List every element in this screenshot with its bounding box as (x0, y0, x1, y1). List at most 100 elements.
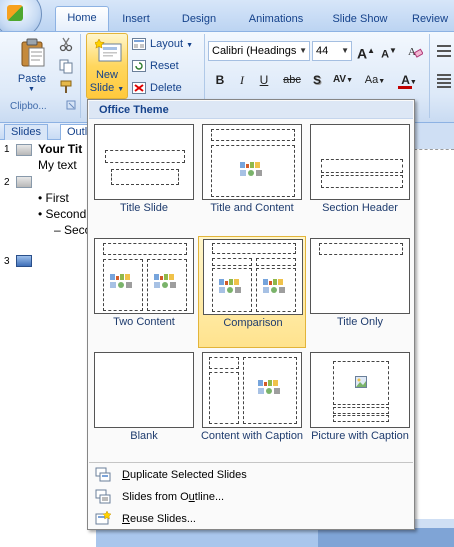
text-shadow-button[interactable]: S (308, 71, 326, 89)
subtitle-placeholder (111, 169, 179, 185)
tab-home[interactable]: Home (55, 6, 109, 32)
layout-thumbnail (202, 352, 302, 428)
layout-blank[interactable]: Blank (90, 350, 198, 462)
font-color-swatch (398, 86, 412, 89)
shrink-font-button[interactable]: A▼ (380, 42, 398, 61)
heading-placeholder (256, 258, 296, 266)
layout-label: Content with Caption (200, 430, 304, 442)
font-color-button[interactable]: A▼ (396, 71, 422, 89)
menu-item-text: tline... (194, 491, 225, 503)
reset-button[interactable]: Reset (132, 57, 179, 75)
group-separator (80, 34, 81, 118)
outline-area[interactable]: 1 Your Tit My text 2 • First • Second – … (0, 140, 96, 547)
outline-slide-title[interactable]: Your Tit (38, 142, 82, 156)
paste-button[interactable]: Paste ▼ (8, 36, 56, 96)
font-size-value: 44 (316, 45, 329, 57)
tab-review[interactable]: Review (412, 10, 454, 30)
cut-icon[interactable] (58, 36, 74, 52)
font-name-combo[interactable]: Calibri (Headings ▼ (208, 41, 310, 61)
layout-section-header[interactable]: Section Header (306, 122, 414, 234)
align-left-icon[interactable] (435, 71, 453, 89)
content-insert-icon (110, 274, 132, 288)
reuse-slides-icon (95, 511, 111, 525)
gallery-divider (89, 462, 413, 463)
text-placeholder (321, 175, 403, 188)
dialog-launcher-icon[interactable] (66, 100, 76, 110)
layout-title-only[interactable]: Title Only (306, 236, 414, 348)
pane-tab-bar: Slides Outl (0, 123, 96, 140)
slide-icon[interactable] (16, 176, 32, 188)
new-slide-label-line2-text: Slide (89, 82, 115, 94)
chevron-down-icon: ▼ (299, 46, 307, 55)
format-painter-icon[interactable] (58, 79, 74, 95)
tab-insert[interactable]: Insert (114, 10, 158, 30)
group-separator (429, 68, 430, 92)
shrink-font-label: A (381, 48, 390, 61)
delete-icon (132, 82, 146, 95)
delete-button[interactable]: Delete (132, 79, 182, 97)
tab-animations[interactable]: Animations (238, 10, 314, 30)
outline-slide-number: 1 (4, 144, 10, 155)
reuse-slides-item[interactable]: Reuse Slides... (89, 508, 413, 530)
layout-content-with-caption[interactable]: Content with Caption (198, 350, 306, 462)
outline-bullet-text: Second (45, 207, 87, 221)
duplicate-selected-slides-item[interactable]: Duplicate Selected Slides (89, 464, 413, 486)
layout-thumbnail (203, 239, 303, 315)
paragraph-list-icon[interactable] (435, 42, 453, 60)
clear-formatting-icon[interactable]: A (407, 43, 423, 59)
tab-design[interactable]: Design (172, 10, 226, 30)
layout-title-slide[interactable]: Title Slide (90, 122, 198, 234)
slides-from-outline-icon (95, 489, 111, 504)
menu-item-label: Duplicate Selected Slides (122, 464, 247, 486)
caption-placeholder (333, 415, 389, 422)
tab-slide-show[interactable]: Slide Show (326, 10, 394, 30)
italic-button[interactable]: I (233, 71, 251, 89)
layout-comparison[interactable]: Comparison (198, 236, 306, 348)
paste-label: Paste (17, 73, 47, 85)
content-insert-icon (240, 162, 262, 176)
grow-font-button[interactable]: A▲ (357, 42, 376, 62)
layout-button[interactable]: Layout ▼ (132, 35, 193, 53)
caret-up-icon: ▲ (367, 46, 376, 55)
layout-thumbnail (94, 238, 194, 314)
menu-item-text: uplicate Selected Slides (129, 469, 247, 481)
change-case-label: Aa (364, 74, 379, 86)
new-slide-button[interactable]: New Slide ▼ (86, 33, 128, 99)
underline-button[interactable]: U (255, 71, 273, 89)
copy-icon[interactable] (58, 58, 74, 74)
content-insert-icon (258, 380, 280, 394)
font-size-combo[interactable]: 44 ▼ (312, 41, 352, 61)
chevron-down-icon: ▼ (117, 86, 125, 93)
content-insert-icon (219, 279, 241, 293)
outline-slide-number: 3 (4, 256, 10, 267)
new-slide-icon (95, 39, 122, 62)
layout-picture-with-caption[interactable]: Picture with Caption (306, 350, 414, 462)
slides-from-outline-item[interactable]: Slides from Outline... (89, 486, 413, 508)
layout-title-and-content[interactable]: Title and Content (198, 122, 306, 234)
tab-slides[interactable]: Slides (4, 124, 48, 140)
strikethrough-button[interactable]: abc (280, 71, 304, 89)
new-slide-label-line2: Slide ▼ (87, 82, 127, 96)
outline-slide-text[interactable]: My text (38, 158, 77, 172)
layout-thumbnail (310, 124, 410, 200)
outline-sub-bullet[interactable]: – Seco (54, 223, 91, 237)
grow-font-label: A (357, 45, 368, 62)
gallery-header: Office Theme (89, 101, 413, 119)
status-strip (318, 528, 454, 547)
menu-item-label: Slides from Outline... (122, 486, 224, 508)
chevron-down-icon: ▼ (186, 42, 194, 49)
character-spacing-button[interactable]: AV▼ (330, 71, 356, 89)
layout-two-content[interactable]: Two Content (90, 236, 198, 348)
reset-icon (132, 60, 146, 73)
change-case-button[interactable]: Aa▼ (362, 71, 388, 89)
slide-icon[interactable] (16, 144, 32, 156)
outline-bullet-text: First (45, 191, 69, 205)
layout-thumbnail (94, 124, 194, 200)
layout-thumbnail (202, 124, 302, 200)
slide-canvas[interactable] (414, 149, 454, 519)
delete-label: Delete (150, 82, 182, 94)
slide-icon[interactable] (16, 255, 32, 267)
outline-bullet[interactable]: • First (38, 191, 69, 205)
bold-button[interactable]: B (211, 71, 229, 89)
outline-bullet[interactable]: • Second (38, 207, 86, 221)
